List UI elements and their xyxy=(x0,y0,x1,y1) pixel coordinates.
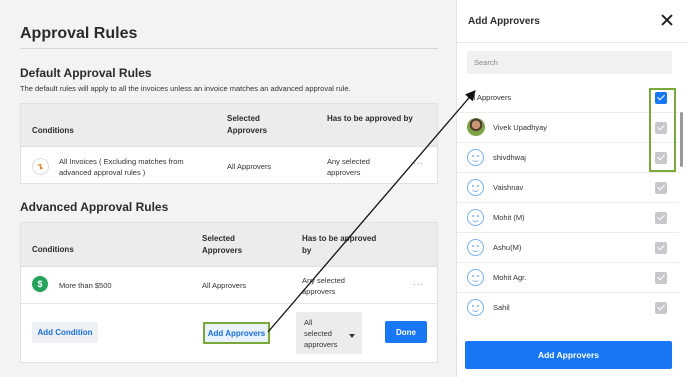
approval-rules-page: Approval Rules Default Approval Rules Th… xyxy=(0,0,456,377)
approver-row[interactable]: shivdhwaj xyxy=(457,143,679,173)
face-icon xyxy=(467,149,484,166)
approver-row[interactable]: Vaishnav xyxy=(457,173,679,203)
drawer-scrollbar[interactable] xyxy=(680,112,683,167)
approver-row[interactable]: Vivek Upadhyay xyxy=(457,113,679,143)
col-conditions: Conditions xyxy=(32,126,74,135)
done-button[interactable]: Done xyxy=(385,321,427,343)
advanced-rules-header: Conditions Selected Approvers Has to be … xyxy=(21,223,437,267)
add-approvers-drawer: Add Approvers All Approvers Vivek Upadhy… xyxy=(456,0,688,377)
approver-name: Vivek Upadhyay xyxy=(493,123,548,132)
close-icon[interactable] xyxy=(660,13,674,27)
advanced-approvers-text: All Approvers xyxy=(202,281,247,290)
approved-by-select[interactable]: All selected approvers xyxy=(296,312,362,354)
page-title: Approval Rules xyxy=(20,25,138,42)
advanced-approved-by-text: Any selected approvers xyxy=(302,276,345,296)
avatar xyxy=(467,118,485,136)
select-value: All selected approvers xyxy=(304,318,338,349)
approver-name: Vaishnav xyxy=(493,183,524,192)
approver-row[interactable]: Mohit (M) xyxy=(457,203,679,233)
default-rules-table: Conditions Selected Approvers Has to be … xyxy=(20,103,438,184)
approver-row[interactable]: Mohit Agr. xyxy=(457,263,679,293)
default-approved-by-text: Any selected approvers xyxy=(327,157,370,177)
col-approved-by: Has to be approved by xyxy=(302,234,377,255)
face-icon xyxy=(467,299,484,316)
default-row-menu[interactable]: ··· xyxy=(413,158,424,168)
rule-icon: ጌ xyxy=(32,158,49,175)
checkbox-checked[interactable] xyxy=(655,242,667,254)
chevron-down-icon xyxy=(349,334,355,338)
checkbox-highlight xyxy=(649,88,676,172)
default-condition-text: All Invoices ( Excluding matches from ad… xyxy=(59,157,184,177)
add-condition-button[interactable]: Add Condition xyxy=(32,322,98,343)
approver-name: All Approvers xyxy=(467,93,512,102)
default-rules-description: The default rules will apply to all the … xyxy=(20,84,351,93)
checkbox-checked[interactable] xyxy=(655,182,667,194)
default-approvers-text: All Approvers xyxy=(227,162,272,171)
default-rules-title: Default Approval Rules xyxy=(20,66,152,80)
checkbox-checked[interactable] xyxy=(655,212,667,224)
approver-name: Mohit Agr. xyxy=(493,273,527,282)
advanced-row-menu[interactable]: ··· xyxy=(413,279,424,289)
title-divider xyxy=(20,48,438,49)
advanced-rules-table: Conditions Selected Approvers Has to be … xyxy=(20,222,438,363)
row-divider xyxy=(21,303,437,304)
col-conditions: Conditions xyxy=(32,245,74,254)
approver-name: Ashu(M) xyxy=(493,243,522,252)
col-approved-by: Has to be approved by xyxy=(327,114,413,123)
col-selected-approvers: Selected Approvers xyxy=(202,234,243,255)
advanced-rules-title: Advanced Approval Rules xyxy=(20,200,169,214)
face-icon xyxy=(467,269,484,286)
add-approvers-button[interactable]: Add Approvers xyxy=(203,322,270,344)
face-icon xyxy=(467,209,484,226)
approver-name: Sahil xyxy=(493,303,510,312)
drawer-title: Add Approvers xyxy=(468,16,540,27)
face-icon xyxy=(467,179,484,196)
approver-row[interactable]: Sahil xyxy=(457,293,679,323)
search-input[interactable] xyxy=(467,51,672,74)
approver-name: shivdhwaj xyxy=(493,153,526,162)
advanced-condition-text: More than $500 xyxy=(59,281,112,290)
col-selected-approvers: Selected Approvers xyxy=(227,114,268,135)
drawer-divider xyxy=(457,42,688,43)
approver-row[interactable]: Ashu(M) xyxy=(457,233,679,263)
face-icon xyxy=(467,239,484,256)
default-rules-header: Conditions Selected Approvers Has to be … xyxy=(21,104,437,147)
checkbox-checked[interactable] xyxy=(655,302,667,314)
dollar-icon: $ xyxy=(32,276,48,292)
approver-name: Mohit (M) xyxy=(493,213,525,222)
checkbox-checked[interactable] xyxy=(655,272,667,284)
add-approvers-submit-button[interactable]: Add Approvers xyxy=(465,341,672,369)
approver-row-all[interactable]: All Approvers xyxy=(457,83,679,113)
